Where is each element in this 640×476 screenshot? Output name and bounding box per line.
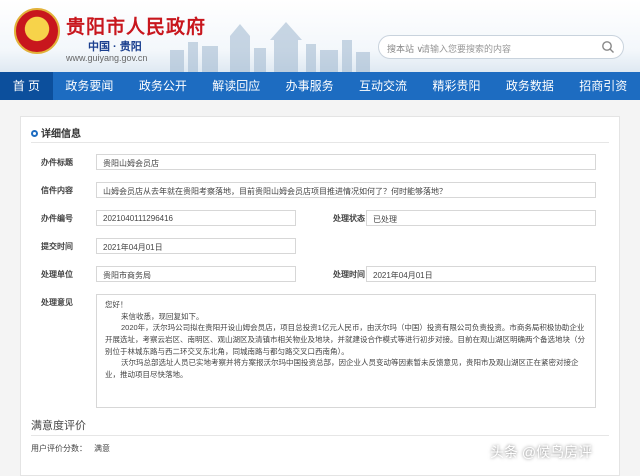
national-emblem-icon xyxy=(14,8,60,54)
search-input[interactable]: 搜本站 ∨ 请输入您要搜索的内容 xyxy=(378,35,624,59)
main-nav: 首 页 政务要闻 政务公开 解读回应 办事服务 互动交流 精彩贵阳 政务数据 招… xyxy=(0,72,640,100)
handle-time-label: 处理时间 xyxy=(333,270,365,279)
unit-label: 处理单位 xyxy=(41,270,73,279)
panel-title: 详细信息 xyxy=(31,125,81,140)
site-url: www.guiyang.gov.cn xyxy=(66,53,148,63)
opinion-text: 您好！ 来信收悉，现回复如下。 2020年，沃尔玛公司拟在贵阳开设山姆会员店，项… xyxy=(96,294,596,408)
subject-field: 贵阳山姆会员店 xyxy=(96,154,596,170)
search-scope-select[interactable]: 搜本站 ∨ xyxy=(387,42,423,55)
opinion-greeting: 您好！ xyxy=(105,300,128,309)
nav-investment[interactable]: 招商引资 xyxy=(567,72,640,100)
watermark: 头条 @候鸟房评 xyxy=(490,444,593,460)
content-label: 信件内容 xyxy=(41,186,73,195)
nav-disclosure[interactable]: 政务公开 xyxy=(126,72,199,100)
nav-data[interactable]: 政务数据 xyxy=(493,72,566,100)
nav-services[interactable]: 办事服务 xyxy=(273,72,346,100)
nav-interaction[interactable]: 互动交流 xyxy=(346,72,419,100)
nav-guiyang[interactable]: 精彩贵阳 xyxy=(420,72,493,100)
content-field: 山姆会员店从去年就在贵阳考察落地，目前贵阳山姆会员店项目推进情况如何了？何时能够… xyxy=(96,182,596,198)
site-subtitle: 中国 · 贵阳 xyxy=(88,41,142,53)
status-field: 已处理 xyxy=(366,210,596,226)
opinion-paragraph-3: 沃尔玛总部选址人员已实地考察并将方案报沃尔玛中国投资总部，因企业人员变动等因素暂… xyxy=(105,358,579,379)
divider xyxy=(31,142,609,143)
search-placeholder: 请输入您要搜索的内容 xyxy=(421,44,512,54)
unit-field: 贵阳市商务局 xyxy=(96,266,296,282)
status-label: 处理状态 xyxy=(333,214,365,223)
satisfaction-score-label: 用户评价分数： xyxy=(31,444,87,453)
subject-label: 办件标题 xyxy=(41,158,73,167)
circle-bullet-icon xyxy=(31,130,38,137)
handle-time-field: 2021年04月01日 xyxy=(366,266,596,282)
search-icon[interactable] xyxy=(601,40,615,54)
satisfaction-score-value: 满意 xyxy=(94,444,110,453)
site-header: 贵阳市人民政府 中国 · 贵阳 www.guiyang.gov.cn 搜本站 ∨… xyxy=(0,0,640,72)
detail-panel: 详细信息 办件标题 贵阳山姆会员店 信件内容 山姆会员店从去年就在贵阳考察落地，… xyxy=(20,116,620,476)
submit-time-label: 提交时间 xyxy=(41,242,73,251)
city-skyline-icon xyxy=(170,22,370,72)
number-field: 2021040111296416 xyxy=(96,210,296,226)
nav-interpretation[interactable]: 解读回应 xyxy=(200,72,273,100)
opinion-label: 处理意见 xyxy=(41,298,73,307)
nav-home[interactable]: 首 页 xyxy=(0,72,53,100)
number-label: 办件编号 xyxy=(41,214,73,223)
opinion-paragraph-1: 来信收悉，现回复如下。 xyxy=(121,311,204,321)
submit-time-field: 2021年04月01日 xyxy=(96,238,296,254)
nav-news[interactable]: 政务要闻 xyxy=(53,72,126,100)
divider xyxy=(31,435,609,436)
opinion-paragraph-2: 2020年，沃尔玛公司拟在贵阳开设山姆会员店，项目总投资1亿元人民币，由沃尔玛（… xyxy=(105,323,585,356)
panel-title-text: 详细信息 xyxy=(41,129,81,140)
satisfaction-title: 满意度评价 xyxy=(31,420,86,432)
